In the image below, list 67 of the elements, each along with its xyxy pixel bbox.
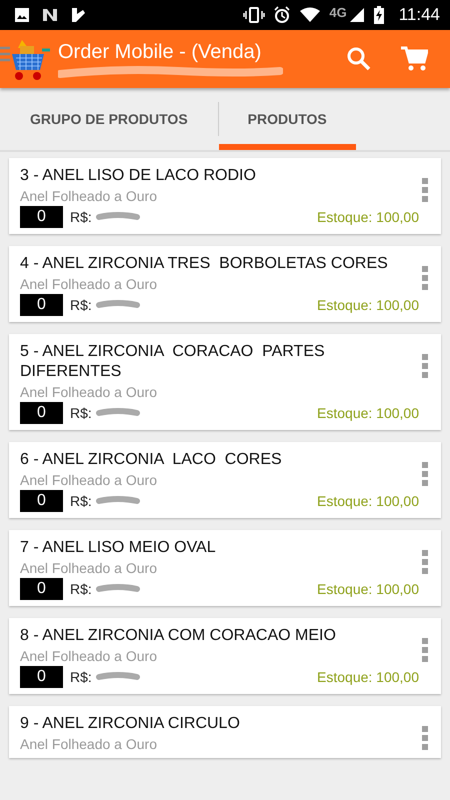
wifi-icon: [299, 7, 322, 23]
product-category: Anel Folheado a Ouro: [20, 736, 158, 752]
price-label: R$:: [70, 297, 92, 313]
price-label: R$:: [70, 581, 92, 597]
stock-label: Estoque: 100,00: [317, 405, 419, 421]
vibrate-icon: [243, 7, 266, 23]
network-type: 4G: [329, 4, 347, 20]
quantity-field[interactable]: 0: [20, 666, 63, 688]
cart-icon[interactable]: [400, 46, 428, 72]
more-options-icon[interactable]: [421, 462, 429, 486]
product-category: Anel Folheado a Ouro: [20, 560, 158, 576]
price-label: R$:: [70, 405, 92, 421]
redaction-scribble: [96, 408, 140, 418]
search-icon[interactable]: [346, 46, 372, 72]
product-category: Anel Folheado a Ouro: [20, 276, 158, 292]
product-card[interactable]: 9 - ANEL ZIRCONIA CIRCULO Anel Folheado a Ouro: [9, 706, 441, 758]
stock-label: Estoque: 100,00: [317, 209, 419, 225]
product-card[interactable]: 6 - ANEL ZIRCONIA LACO CORES Anel Folheado a Ouro 0 R$: Estoque: 100,00: [9, 442, 441, 518]
product-card[interactable]: 7 - ANEL LISO MEIO OVAL Anel Folheado a Ouro 0 R$: Estoque: 100,00: [9, 530, 441, 606]
quantity-field[interactable]: 0: [20, 294, 63, 316]
check-icon: [70, 7, 86, 23]
redaction-scribble: [96, 584, 140, 594]
redaction-scribble: [96, 300, 140, 310]
more-options-icon[interactable]: [421, 266, 429, 290]
product-category: Anel Folheado a Ouro: [20, 472, 158, 488]
stock-label: Estoque: 100,00: [317, 581, 419, 597]
redaction-scribble: [96, 212, 140, 222]
product-name: 6 - ANEL ZIRCONIA LACO CORES: [20, 450, 283, 470]
stock-label: Estoque: 100,00: [317, 669, 419, 685]
price-label: R$:: [70, 209, 92, 225]
price-label: R$:: [70, 493, 92, 509]
battery-charging-icon: [372, 6, 385, 24]
tab[interactable]: GRUPO DE PRODUTOS: [0, 88, 218, 150]
image-icon: [14, 7, 30, 23]
clock: 11:44: [398, 5, 440, 25]
signal-icon: [348, 7, 365, 23]
quantity-field[interactable]: 0: [20, 578, 63, 600]
product-card[interactable]: 5 - ANEL ZIRCONIA CORACAO PARTES DIFERENTES Anel Folheado a Ouro 0 R$: Estoque: 100,00: [9, 334, 441, 430]
stock-label: Estoque: 100,00: [317, 493, 419, 509]
product-name: 9 - ANEL ZIRCONIA CIRCULO: [20, 714, 241, 734]
product-category: Anel Folheado a Ouro: [20, 188, 158, 204]
product-category: Anel Folheado a Ouro: [20, 384, 158, 400]
quantity-field[interactable]: 0: [20, 402, 63, 424]
more-options-icon[interactable]: [421, 726, 429, 750]
quantity-field[interactable]: 0: [20, 206, 63, 228]
alarm-icon: [273, 6, 292, 24]
redaction-scribble: [96, 496, 140, 506]
more-options-icon[interactable]: [421, 550, 429, 574]
product-card[interactable]: 8 - ANEL ZIRCONIA COM CORACAO MEIO Anel Folheado a Ouro 0 R$: Estoque: 100,00: [9, 618, 441, 694]
product-name: 4 - ANEL ZIRCONIA TRES BORBOLETAS CORES: [20, 254, 389, 274]
product-name: 3 - ANEL LISO DE LACO RODIO: [20, 166, 257, 186]
product-category: Anel Folheado a Ouro: [20, 648, 158, 664]
redaction-scribble: [96, 672, 140, 682]
quantity-field[interactable]: 0: [20, 490, 63, 512]
stock-label: Estoque: 100,00: [317, 297, 419, 313]
more-options-icon[interactable]: [421, 354, 429, 378]
product-name: 7 - ANEL LISO MEIO OVAL: [20, 538, 217, 558]
app-title: Order Mobile - (Venda): [58, 41, 262, 64]
price-label: R$:: [70, 669, 92, 685]
product-card[interactable]: 3 - ANEL LISO DE LACO RODIO Anel Folheado a Ouro 0 R$: Estoque: 100,00: [9, 158, 441, 234]
product-card[interactable]: 4 - ANEL ZIRCONIA TRES BORBOLETAS CORES Anel Folheado a Ouro 0 R$: Estoque: 100,00: [9, 246, 441, 322]
more-options-icon[interactable]: [421, 638, 429, 662]
product-name: 8 - ANEL ZIRCONIA COM CORACAO MEIO: [20, 626, 337, 646]
tab[interactable]: PRODUTOS: [218, 88, 356, 150]
more-options-icon[interactable]: [421, 178, 429, 202]
product-name: 5 - ANEL ZIRCONIA CORACAO PARTES DIFERENTES: [20, 342, 326, 382]
notification-icon: [42, 7, 58, 23]
